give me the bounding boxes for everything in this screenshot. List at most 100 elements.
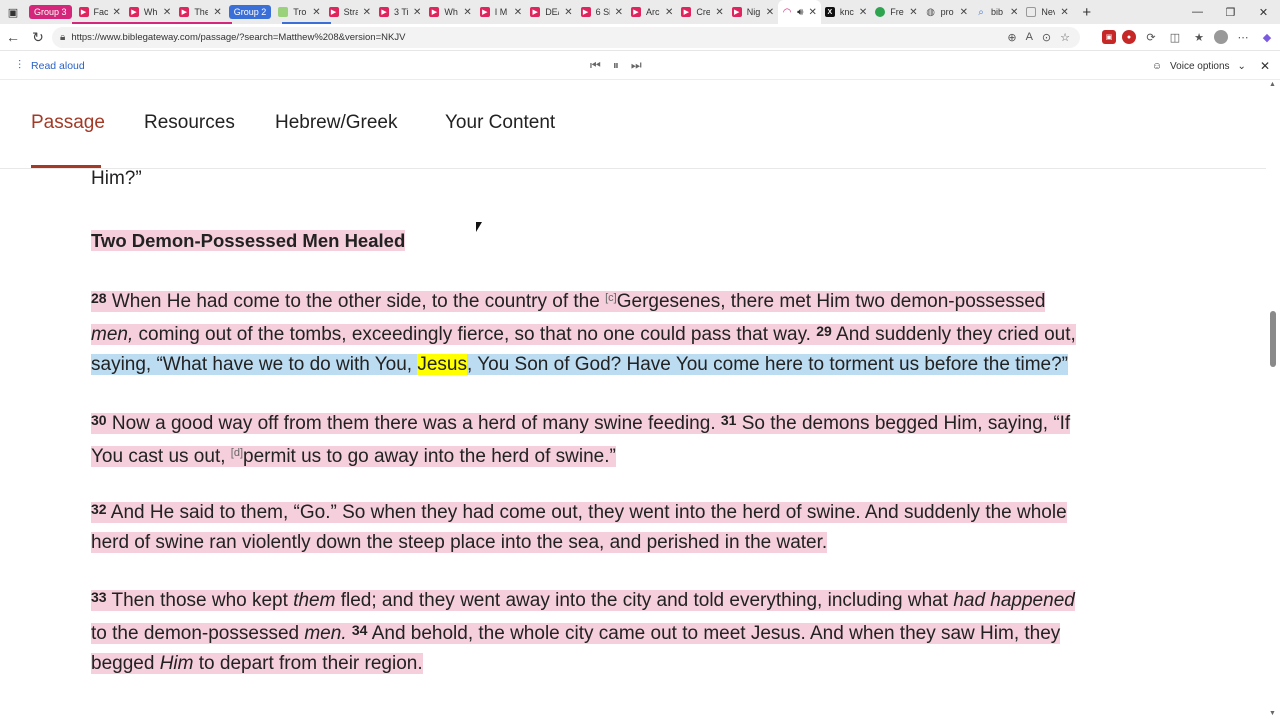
tab-your-content[interactable]: Your Content [445,112,555,134]
page-scrollbar[interactable]: ▲ ▼ [1266,81,1280,720]
new-tab-button[interactable]: + [1073,0,1101,24]
close-icon[interactable]: ✕ [808,7,816,18]
tab-actions-icon[interactable]: ▣ [0,0,26,24]
browser-tab[interactable]: Xknc ✕ [821,0,871,24]
footnote-link[interactable]: [d] [231,447,243,459]
globe-icon: ◍ [926,6,935,18]
browser-tab[interactable]: ▶ 6 Si ✕ [577,0,627,24]
browser-tab[interactable]: ▶ 3 Ti ✕ [375,0,425,24]
verse-number-33[interactable]: 33 [91,589,107,605]
close-icon[interactable]: ✕ [514,7,522,18]
minimize-icon[interactable]: — [1181,0,1214,24]
scrollbar-thumb[interactable] [1270,311,1276,367]
close-icon[interactable]: ✕ [413,7,421,18]
close-icon[interactable]: ✕ [1260,59,1270,73]
previous-paragraph-icon[interactable]: ⏮︎ [590,58,601,73]
close-icon[interactable]: ✕ [163,7,171,18]
copilot-icon[interactable]: ◆ [1258,27,1276,47]
close-icon[interactable]: ✕ [909,7,917,18]
close-icon[interactable]: ✕ [463,7,471,18]
url-text[interactable]: https://www.biblegateway.com/passage/?se… [71,32,1007,43]
address-bar[interactable]: 🔒︎ https://www.biblegateway.com/passage/… [52,27,1080,48]
verse-number-30[interactable]: 30 [91,412,107,428]
restore-icon[interactable]: ❐ [1214,0,1247,24]
tab-hebrew-greek[interactable]: Hebrew/Greek [275,112,398,134]
browser-tab[interactable]: ▶ The ✕ [175,0,225,24]
browser-tab[interactable]: ▶ Nig ✕ [728,0,778,24]
read-aloud-toolbar-icon[interactable]: A [1026,31,1033,44]
favorites-icon[interactable]: ★ [1190,27,1208,47]
voice-options-button[interactable]: Voice options [1170,61,1230,72]
browser-tab[interactable]: ▶Stra✕ [325,0,375,24]
close-icon[interactable]: ✕ [665,7,673,18]
extension-badge-icon[interactable]: ● [1122,30,1136,44]
sync-icon[interactable]: ⟳ [1142,27,1160,47]
chevron-down-icon[interactable]: ⌄ [1238,61,1246,72]
scroll-up-icon[interactable]: ▲ [1269,81,1276,88]
browser-tab[interactable]: ▶ Arc ✕ [627,0,677,24]
zoom-icon[interactable]: ⊕ [1007,31,1016,44]
close-icon[interactable]: ✕ [766,7,774,18]
tab-group-label-2[interactable]: Group 2 [228,5,272,19]
verse-number-32[interactable]: 32 [91,501,107,517]
close-icon[interactable]: ✕ [715,7,723,18]
browser-tab[interactable]: ⌕ bib ✕ [972,0,1022,24]
verse-line: 33 Then those who kept them fled; and th… [91,589,1075,611]
highlighted-word: Jesus [417,354,467,375]
close-icon[interactable]: ✕ [113,7,121,18]
youtube-icon: ▶ [429,7,440,17]
close-icon[interactable]: ✕ [960,7,968,18]
close-icon[interactable]: ✕ [1010,7,1018,18]
read-aloud-label: Read aloud [31,59,85,72]
browser-tab[interactable]: Fre ✕ [871,0,921,24]
back-icon[interactable]: ← [1,25,25,49]
verse-line: You cast us out, [d]permit us to go away… [91,446,616,467]
close-icon[interactable]: ✕ [1060,7,1068,18]
passage-heading: Two Demon-Possessed Men Healed [91,230,406,251]
loading-icon: ◠ [782,6,792,18]
close-icon[interactable]: ✕ [363,7,371,18]
footnote-link[interactable]: [c] [605,292,617,304]
close-icon[interactable]: ✕ [564,7,572,18]
favorite-star-icon[interactable]: ☆ [1060,31,1070,44]
browser-tab[interactable]: ▶ Cre ✕ [677,0,727,24]
browser-tab[interactable]: ◍ pro ✕ [922,0,972,24]
browser-tab[interactable]: ▶ Fac ✕ [75,0,125,24]
browser-tab[interactable]: ▶ Wh ✕ [125,0,175,24]
speaker-icon[interactable]: 🔊︎ [797,7,803,18]
close-window-icon[interactable]: ✕ [1247,0,1280,24]
youtube-icon: ▶ [731,7,742,17]
verse-number-28[interactable]: 28 [91,290,107,306]
profile-avatar[interactable] [1214,30,1228,44]
tab-passage[interactable]: Passage [31,112,105,134]
close-icon[interactable]: ✕ [615,7,623,18]
close-icon[interactable]: ✕ [213,7,221,18]
lock-icon[interactable]: 🔒︎ [60,32,65,43]
verse-number-29[interactable]: 29 [816,323,832,339]
extension-badge-icon[interactable]: ▣ [1102,30,1116,44]
browser-tab-active[interactable]: ◠ 🔊︎ ✕ [778,0,821,24]
browser-tab[interactable]: ▶ I M ✕ [476,0,526,24]
page-icon [1026,7,1037,17]
next-paragraph-icon[interactable]: ⏭︎ [631,58,642,73]
tab-group-label-3[interactable]: Group 3 [29,5,72,19]
extension-icon[interactable]: ⊙ [1042,31,1051,44]
tab-resources[interactable]: Resources [144,112,235,134]
browser-tab[interactable]: ▶ DE/✕ [526,0,576,24]
browser-tab[interactable]: Tro ✕ [274,0,324,24]
more-options-icon[interactable]: ⋯ [1234,27,1252,47]
refresh-icon[interactable]: ↻ [26,25,50,49]
close-icon[interactable]: ✕ [312,7,320,18]
youtube-icon: ▶ [328,7,339,17]
pause-icon[interactable]: ⏸︎ [613,58,619,73]
web-page: Passage Resources Hebrew/Greek Your Cont… [0,81,1280,720]
scroll-down-icon[interactable]: ▼ [1269,710,1276,717]
close-icon[interactable]: ✕ [859,7,867,18]
browser-tab[interactable]: Nev ✕ [1022,0,1072,24]
split-screen-icon[interactable]: ◫ [1166,27,1184,47]
verse-number-34[interactable]: 34 [352,622,368,638]
verse-line: to the demon-possessed men. 34 And behol… [91,622,1061,644]
browser-tab[interactable]: ▶ Wh ✕ [425,0,475,24]
verse-number-31[interactable]: 31 [721,412,737,428]
x-icon: X [824,7,835,17]
